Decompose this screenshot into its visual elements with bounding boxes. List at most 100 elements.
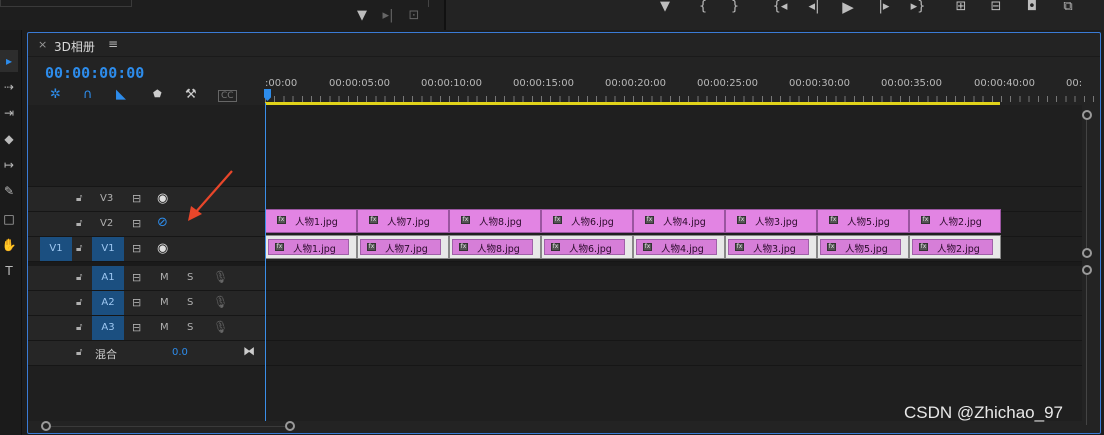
toggle-sync-icon[interactable]: ⊟ [132, 296, 141, 309]
lock-icon[interactable]: 🔓︎ [76, 322, 82, 333]
toggle-sync-icon[interactable]: ⊟ [132, 217, 141, 230]
slip-tool-icon[interactable]: ↦ [0, 154, 18, 176]
add-marker-icon[interactable]: ◣ [116, 87, 126, 102]
video-scroll-top-knob[interactable] [1082, 110, 1092, 120]
razor-tool-icon[interactable]: ◆ [0, 128, 18, 150]
sequence-tab-title[interactable]: 3D相册 [54, 38, 95, 55]
search-box-edge[interactable] [0, 0, 132, 7]
step-forward-icon[interactable]: |▸ [874, 0, 894, 14]
audio-scroll-top-knob[interactable] [1082, 265, 1092, 275]
solo-button[interactable]: S [187, 297, 193, 308]
go-to-end-icon[interactable]: ⧓ [243, 344, 255, 358]
mute-button[interactable]: M [160, 322, 169, 333]
video-scrollbar-track[interactable] [1086, 120, 1087, 248]
track-label[interactable]: V2 [100, 218, 113, 229]
compare-icon[interactable]: ⧉ [1058, 0, 1078, 14]
clip-v2[interactable]: fx 人物5.jpg [817, 209, 909, 233]
toggle-sync-icon[interactable]: ⊟ [132, 192, 141, 205]
go-to-out-icon[interactable]: ▸} [908, 0, 928, 14]
clip-v1[interactable]: fx 人物3.jpg [725, 235, 817, 259]
playhead-timecode[interactable]: 00:00:00:00 [45, 64, 144, 82]
pen-tool-icon[interactable]: ✎ [0, 180, 18, 202]
eye-icon[interactable]: ◉ [157, 241, 168, 256]
lift-icon[interactable]: ⊞ [951, 0, 971, 14]
clip-v2[interactable]: fx 人物1.jpg [265, 209, 357, 233]
mark-out-icon[interactable]: } [725, 0, 745, 14]
clip-v1[interactable]: fx 人物5.jpg [817, 235, 909, 259]
zoom-left-knob[interactable] [41, 421, 51, 431]
mark-in-icon[interactable]: { [693, 0, 713, 14]
extract-icon[interactable]: ⊟ [986, 0, 1006, 14]
tab-menu-icon[interactable]: ≡ [108, 37, 118, 51]
settings-wrench-icon[interactable]: ⚒ [185, 87, 197, 102]
clip-v1[interactable]: fx 人物2.jpg [909, 235, 1001, 259]
export-frame-icon[interactable]: ⊡ [404, 9, 424, 23]
clip-v2[interactable]: fx 人物6.jpg [541, 209, 633, 233]
lock-icon[interactable]: 🔓︎ [76, 218, 82, 229]
source-patch-v1[interactable]: V1 [40, 237, 72, 261]
solo-button[interactable]: S [187, 322, 193, 333]
hand-tool-icon[interactable]: ✋ [0, 234, 18, 256]
audio-scrollbar-track[interactable] [1086, 275, 1087, 425]
track-target-v1[interactable]: V1 [92, 237, 124, 261]
track-lane-a3[interactable] [265, 316, 1082, 341]
track-select-tool-icon[interactable]: ⇢ [0, 76, 18, 98]
ripple-edit-tool-icon[interactable]: ⇥ [0, 102, 18, 124]
fx-badge-icon: fx [553, 216, 562, 224]
clip-v2[interactable]: fx 人物3.jpg [725, 209, 817, 233]
microphone-icon[interactable]: 🎙︎ [213, 295, 228, 309]
clip-name: 人物8.jpg [477, 244, 520, 255]
clip-v1[interactable]: fx 人物7.jpg [357, 235, 449, 259]
toggle-sync-icon[interactable]: ⊟ [132, 242, 141, 255]
mute-button[interactable]: M [160, 272, 169, 283]
step-back-icon[interactable]: ◂| [804, 0, 824, 14]
lock-icon[interactable]: 🔓︎ [76, 347, 82, 358]
linked-selection-icon[interactable]: ∩ [83, 87, 93, 102]
zoom-right-knob[interactable] [285, 421, 295, 431]
insert-icon[interactable]: ▸| [378, 9, 398, 23]
clip-v2[interactable]: fx 人物2.jpg [909, 209, 1001, 233]
camera-icon[interactable]: ◘ [1022, 0, 1042, 14]
playhead-line[interactable] [265, 103, 266, 421]
clip-v1[interactable]: fx 人物8.jpg [449, 235, 541, 259]
track-target-a3[interactable]: A3 [92, 316, 124, 340]
solo-button[interactable]: S [187, 272, 193, 283]
mute-button[interactable]: M [160, 297, 169, 308]
toggle-sync-icon[interactable]: ⊟ [132, 321, 141, 334]
clip-v2[interactable]: fx 人物8.jpg [449, 209, 541, 233]
go-to-in-icon[interactable]: {◂ [770, 0, 790, 14]
toggle-sync-icon[interactable]: ⊟ [132, 271, 141, 284]
lock-icon[interactable]: 🔓︎ [76, 272, 82, 283]
marker-icon[interactable]: ▼ [655, 0, 675, 14]
selection-tool-icon[interactable]: ▸ [0, 50, 18, 72]
microphone-icon[interactable]: 🎙︎ [213, 270, 228, 284]
play-icon[interactable]: ▶ [838, 0, 858, 15]
time-ruler[interactable]: :00:00 00:00:05:00 00:00:10:00 00:00:15:… [265, 73, 1101, 103]
track-label[interactable]: V3 [100, 193, 113, 204]
horizontal-scrollbar[interactable] [45, 426, 291, 430]
track-lane-a2[interactable] [265, 291, 1082, 316]
filter-icon[interactable]: ▼ [352, 9, 372, 23]
video-scroll-bottom-knob[interactable] [1082, 248, 1092, 258]
snap-icon[interactable]: ✲ [50, 87, 61, 102]
track-lane-mix[interactable] [265, 341, 1082, 366]
clip-v1[interactable]: fx 人物6.jpg [541, 235, 633, 259]
track-target-a2[interactable]: A2 [92, 291, 124, 315]
lock-icon[interactable]: 🔓︎ [76, 193, 82, 204]
clip-v2[interactable]: fx 人物7.jpg [357, 209, 449, 233]
clip-name: 人物5.jpg [845, 244, 888, 255]
close-tab-icon[interactable]: × [38, 38, 47, 51]
microphone-icon[interactable]: 🎙︎ [213, 320, 228, 334]
clip-v2[interactable]: fx 人物4.jpg [633, 209, 725, 233]
track-lane-a1[interactable] [265, 266, 1082, 291]
mix-volume-value[interactable]: 0.0 [172, 347, 188, 358]
rectangle-tool-icon[interactable]: □ [0, 208, 18, 230]
lock-icon[interactable]: 🔓︎ [76, 243, 82, 254]
captions-icon[interactable]: CC [218, 90, 237, 102]
lock-icon[interactable]: 🔓︎ [76, 297, 82, 308]
track-target-a1[interactable]: A1 [92, 266, 124, 290]
clip-v1[interactable]: fx 人物1.jpg [265, 235, 357, 259]
type-tool-icon[interactable]: T [0, 260, 18, 282]
marker-icon[interactable]: ⬟ [153, 89, 162, 100]
clip-v1[interactable]: fx 人物4.jpg [633, 235, 725, 259]
